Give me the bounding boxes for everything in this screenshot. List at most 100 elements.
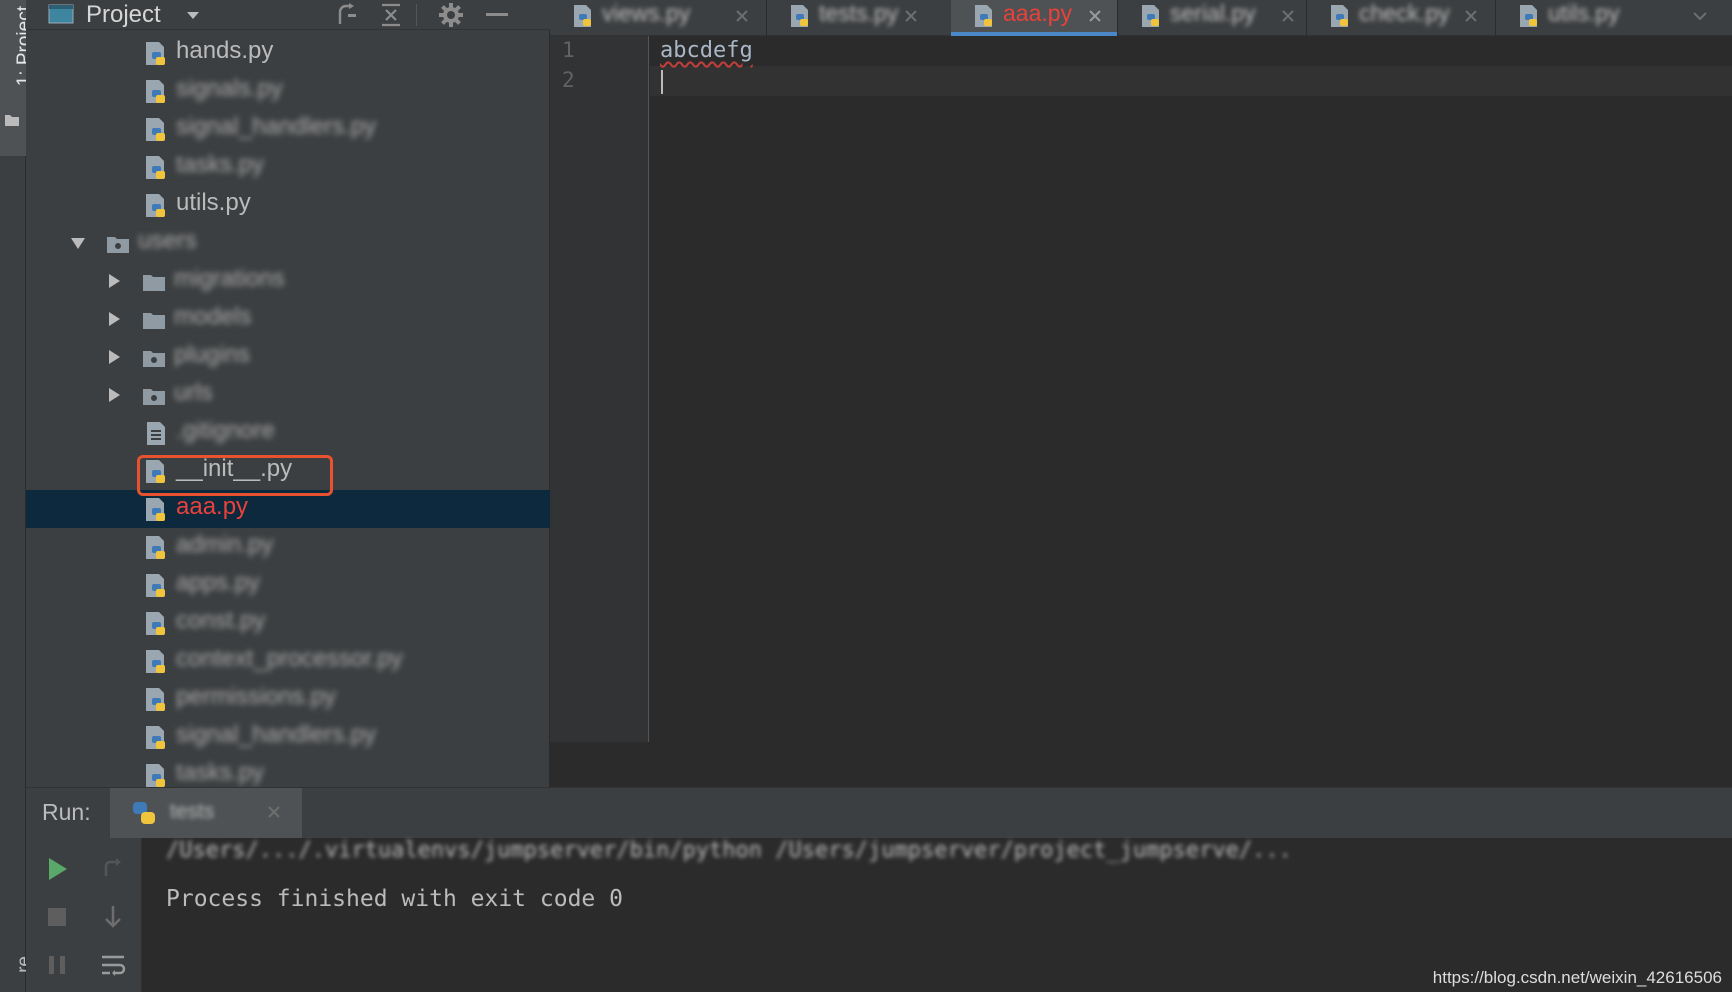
expand-arrow-right-icon[interactable] [106,349,122,365]
python-file-icon [146,574,165,597]
tab-label: aaa.py [1003,0,1073,26]
tree-item[interactable]: migrations [26,262,550,300]
editor-tab-bar: views.py tests.py aaa.py serial.py check… [550,0,1732,36]
console-exit-message: Process finished with exit code 0 [166,886,623,912]
close-icon[interactable] [1463,8,1479,24]
expand-arrow-right-icon[interactable] [106,311,122,327]
current-line-highlight [650,66,1732,96]
close-icon[interactable] [1087,8,1103,24]
python-file-icon [146,42,165,65]
tree-item-label: aaa.py [176,493,249,520]
tree-item[interactable]: hands.py [26,34,550,72]
scroll-to-end-icon[interactable] [98,902,128,932]
project-tree: hands.py signals.py signal_handlers.py t… [26,34,550,787]
tree-item-label: admin.py [176,531,274,558]
python-logo-icon [133,802,155,824]
collapse-all-icon[interactable] [378,2,404,28]
tab-check[interactable]: check.py [1307,0,1495,36]
tree-item-label: .gitignore [176,417,275,444]
tree-item-label: migrations [174,265,285,292]
tree-item[interactable]: permissions.py [26,680,550,718]
python-file-icon [146,80,165,103]
rerun-play-icon[interactable] [42,854,72,884]
python-file-icon [146,726,165,749]
tree-item[interactable]: tasks.py [26,148,550,186]
tab-overflow-chevron-icon[interactable] [1692,8,1708,24]
python-file-icon [146,650,165,673]
tree-item[interactable]: plugins [26,338,550,376]
tree-item[interactable]: tasks.py [26,756,550,787]
project-panel: Project hands.py signals.py signal_handl… [26,0,550,787]
code-editor[interactable]: 1 2 abcdefg [550,36,1732,742]
scroll-from-source-icon[interactable] [334,2,360,28]
tree-item[interactable]: models [26,300,550,338]
package-folder-icon [143,351,165,367]
python-file-icon [146,194,165,217]
stop-icon[interactable] [42,902,72,932]
tab-label: utils.py [1548,0,1620,26]
python-file-icon [146,536,165,559]
tab-aaa-active[interactable]: aaa.py [951,0,1117,36]
folder-icon [5,115,19,126]
console-command-line: /Users/.../.virtualenvs/jumpserver/bin/p… [166,838,1292,863]
close-icon[interactable] [734,8,750,24]
tab-label: tests.py [819,0,899,26]
folder-icon [143,275,165,291]
python-file-icon [146,764,165,787]
python-file-icon [146,118,165,141]
tree-item[interactable]: signal_handlers.py [26,110,550,148]
tree-item[interactable]: signals.py [26,72,550,110]
package-folder-icon [143,389,165,405]
code-line[interactable]: abcdefg [660,38,753,63]
project-panel-header: Project [26,0,550,30]
tree-item[interactable]: users [26,224,550,262]
run-label: Run: [42,799,91,825]
python-file-icon [574,5,591,27]
tab-utils[interactable]: utils.py [1496,0,1732,36]
tree-item[interactable]: const.py [26,604,550,642]
tree-item-label: urls [174,379,213,406]
expand-arrow-down-icon[interactable] [70,235,86,251]
close-icon[interactable] [1280,8,1296,24]
minimize-icon[interactable] [484,2,510,28]
tree-item-label: tasks.py [176,151,265,178]
tree-item-label: apps.py [176,569,261,596]
run-tab-label: tests [170,800,215,823]
chevron-down-icon[interactable] [184,6,202,24]
pause-icon[interactable] [42,950,72,980]
folder-icon [143,313,165,329]
tree-item-label: context_processor.py [176,645,403,672]
structure-tool-window-button[interactable]: re [0,952,35,992]
soft-wrap-icon[interactable] [98,950,128,980]
close-icon[interactable] [903,8,919,24]
tree-item-label: hands.py [176,37,274,64]
tree-item[interactable]: admin.py [26,528,550,566]
tree-item[interactable]: context_processor.py [26,642,550,680]
tab-serial[interactable]: serial.py [1118,0,1306,36]
tree-item-label: users [138,227,197,254]
tree-item[interactable]: signal_handlers.py [26,718,550,756]
project-tool-window-button[interactable]: 1: Project [0,0,35,156]
tree-item[interactable]: utils.py [26,186,550,224]
project-view-selector[interactable]: Project [86,1,161,29]
tree-item-label: utils.py [176,189,251,216]
tree-item[interactable]: urls [26,376,550,414]
gear-icon[interactable] [438,2,464,28]
tree-item[interactable]: .gitignore [26,414,550,452]
rerun-arrow-icon[interactable] [98,854,128,884]
python-file-icon [975,5,992,27]
expand-arrow-right-icon[interactable] [106,273,122,289]
tab-label: views.py [602,0,691,26]
run-configuration-tab[interactable]: tests [110,788,302,838]
python-file-icon [1520,5,1537,27]
close-icon[interactable] [266,804,282,820]
tab-label: serial.py [1170,0,1256,26]
tree-item-label: models [174,303,252,330]
tree-item[interactable]: apps.py [26,566,550,604]
text-caret [661,70,663,94]
tab-views[interactable]: views.py [550,0,766,36]
expand-arrow-right-icon[interactable] [106,387,122,403]
tab-tests[interactable]: tests.py [767,0,933,36]
python-file-icon [791,5,808,27]
run-tool-window: Run: tests /Users/.../.virtualenvs/jumps… [26,787,1732,992]
